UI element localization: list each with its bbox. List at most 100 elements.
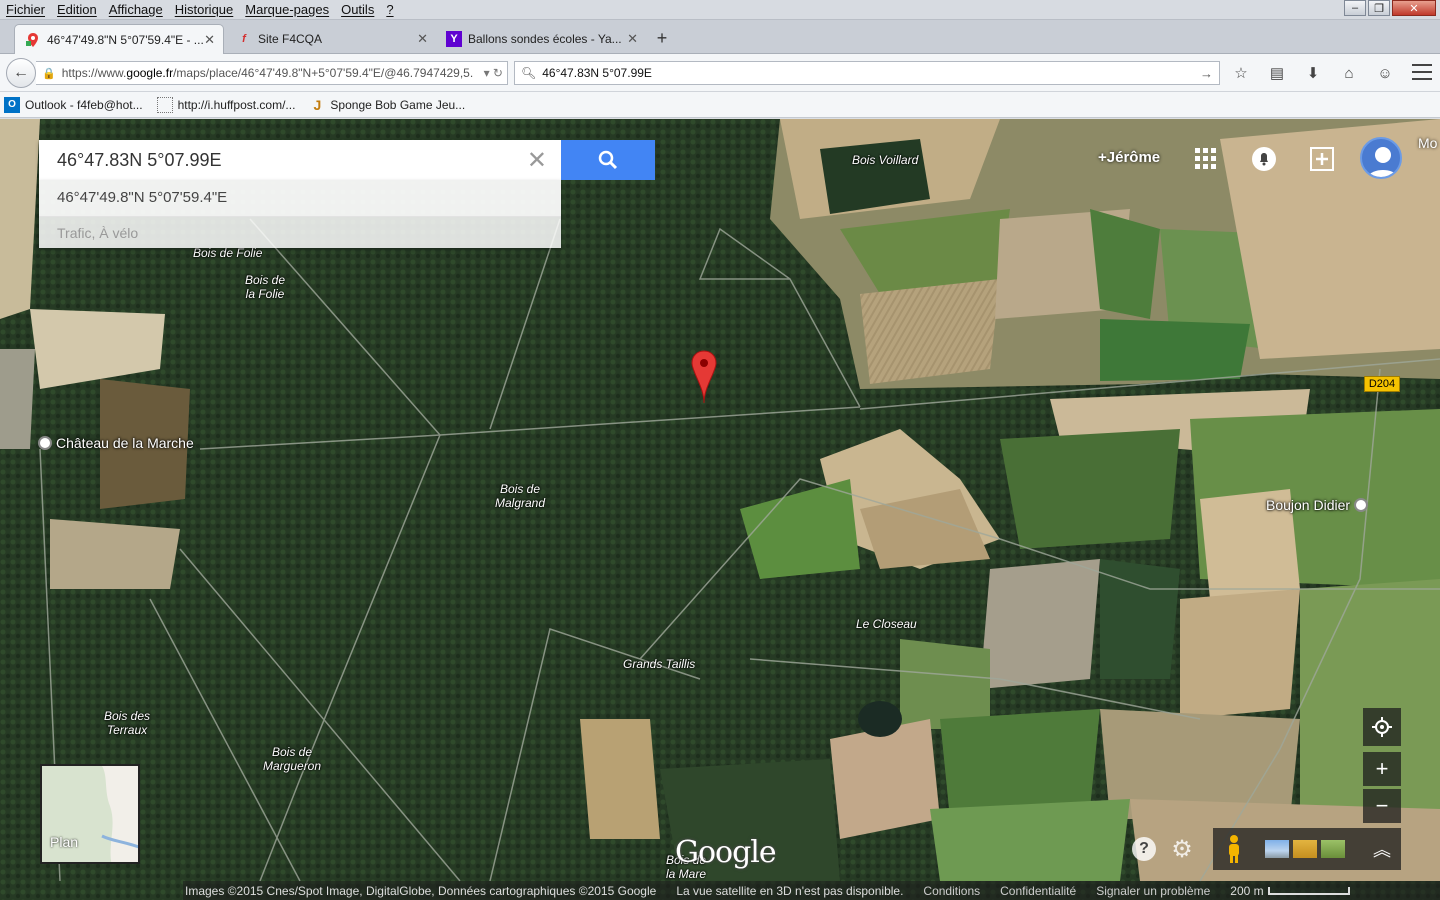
suggestion-coordinates[interactable]: 46°47'49.8"N 5°07'59.4"E — [39, 180, 561, 216]
place-grands-taillis[interactable]: Grands Taillis — [623, 657, 695, 671]
navigation-bar: ← 🔒 https://www. google.fr/maps/place/46°… — [0, 54, 1440, 92]
tab-label: 46°47'49.8"N 5°07'59.4"E - ... — [47, 32, 204, 47]
close-icon[interactable]: ✕ — [527, 146, 547, 175]
road-badge: D204 — [1364, 376, 1400, 392]
bookmark-sponge-bob[interactable]: J Sponge Bob Game Jeu... — [309, 96, 466, 113]
star-icon[interactable]: ☆ — [1228, 61, 1254, 85]
menu-aide[interactable]: ? — [380, 2, 399, 17]
zoom-in-button[interactable]: + — [1363, 752, 1401, 786]
expand-imagery-button[interactable]: ︽ — [1363, 828, 1401, 870]
my-location-button[interactable] — [1363, 708, 1401, 746]
url-bar[interactable]: 🔒 https://www. google.fr/maps/place/46°47… — [36, 61, 508, 85]
download-icon[interactable]: ⬇ — [1300, 61, 1326, 85]
landmark-icon — [38, 436, 52, 450]
conditions-link[interactable]: Conditions — [923, 884, 980, 898]
chat-icon[interactable]: ☺ — [1372, 61, 1398, 85]
place-line: Bois de — [245, 273, 286, 287]
bookmark-outlook[interactable]: O Outlook - f4feb@hot... — [4, 96, 143, 113]
map-type-toggle[interactable]: Plan — [40, 764, 140, 864]
menu-fichier[interactable]: Fichier — [0, 2, 51, 17]
place-bois-de-margueron[interactable]: Bois de Margueron — [263, 745, 321, 773]
reading-list-icon[interactable]: ▤ — [1264, 61, 1290, 85]
back-button[interactable]: ← — [6, 58, 36, 88]
notifications-bell-icon[interactable] — [1248, 143, 1280, 175]
avatar[interactable] — [1360, 137, 1402, 179]
maps-search-button[interactable] — [561, 140, 655, 180]
bookmark-huffpost[interactable]: http://i.huffpost.com/... — [156, 96, 296, 113]
poi-chateau[interactable]: Château de la Marche — [38, 435, 194, 451]
bookmark-label: Sponge Bob Game Jeu... — [330, 97, 466, 112]
tab-google-maps[interactable]: 46°47'49.8"N 5°07'59.4"E - ... ✕ — [14, 24, 224, 54]
tab-site-f4cqa[interactable]: f Site F4CQA ✕ — [226, 24, 436, 54]
account-link[interactable]: +Jérôme — [1098, 149, 1160, 166]
report-problem-link[interactable]: Signaler un problème — [1096, 884, 1210, 898]
free-icon: f — [242, 33, 246, 45]
tab-yahoo[interactable]: Y Ballons sondes écoles - Ya... ✕ — [436, 24, 646, 54]
maps-search-input[interactable]: 46°47.83N 5°07.99E ✕ — [39, 140, 561, 180]
suggestion-layers[interactable]: Trafic, À vélo — [39, 216, 561, 248]
minus-icon: − — [1375, 793, 1389, 818]
menu-edition[interactable]: Edition — [51, 2, 103, 17]
plus-icon: + — [1375, 756, 1389, 781]
crosshair-icon — [1372, 717, 1392, 737]
poi-boujon-didier[interactable]: Boujon Didier — [1266, 497, 1369, 513]
map-canvas[interactable]: Bois Voillard Bois de Folie Bois de la F… — [0, 119, 1440, 900]
window-controls: – ❐ ✕ — [1344, 0, 1436, 16]
minimize-button[interactable]: – — [1344, 0, 1366, 16]
url-path: /maps/place/46°47'49.8"N+5°07'59.4"E/@46… — [173, 66, 474, 80]
url-prefix: https://www. — [61, 66, 127, 80]
maps-search-value: 46°47.83N 5°07.99E — [57, 149, 222, 170]
close-window-button[interactable]: ✕ — [1392, 0, 1436, 16]
close-tab-icon[interactable]: ✕ — [417, 31, 428, 47]
apps-grid-icon[interactable] — [1190, 143, 1222, 175]
bookmarks-bar: O Outlook - f4feb@hot... http://i.huffpo… — [0, 92, 1440, 118]
bookmark-label: http://i.huffpost.com/... — [177, 97, 296, 112]
arrow-right-icon[interactable]: → — [1200, 66, 1213, 81]
place-line: Bois de — [500, 482, 541, 496]
street-view-pegman[interactable] — [1213, 828, 1255, 870]
close-tab-icon[interactable]: ✕ — [627, 31, 638, 47]
bookmark-label: Outlook - f4feb@hot... — [25, 97, 143, 112]
layer-photo-icon[interactable] — [1293, 840, 1317, 858]
privacy-link[interactable]: Confidentialité — [1000, 884, 1076, 898]
place-bois-de-malgrand[interactable]: Bois de Malgrand — [495, 482, 545, 510]
place-line: Bois des — [104, 709, 151, 723]
menu-historique[interactable]: Historique — [169, 2, 240, 17]
menu-outils[interactable]: Outils — [335, 2, 380, 17]
close-tab-icon[interactable]: ✕ — [204, 32, 215, 48]
hamburger-menu-icon[interactable] — [1412, 64, 1432, 80]
layer-earth-icon[interactable] — [1265, 840, 1289, 858]
browser-search-value: 46°47.83N 5°07.99E — [542, 66, 652, 80]
chevron-up-icon: ︽ — [1373, 840, 1391, 860]
place-bois-des-terraux[interactable]: Bois des Terraux — [104, 709, 150, 737]
place-bois-voillard[interactable]: Bois Voillard — [852, 153, 918, 167]
map-pin-icon[interactable] — [690, 349, 718, 407]
menu-affichage[interactable]: Affichage — [103, 2, 169, 17]
tab-label: Ballons sondes écoles - Ya... — [468, 32, 622, 46]
new-tab-button[interactable]: + — [650, 28, 674, 50]
zoom-out-button[interactable]: − — [1363, 789, 1401, 823]
jeu-icon: J — [313, 96, 322, 113]
home-icon[interactable]: ⌂ — [1336, 61, 1362, 85]
gear-icon[interactable]: ⚙ — [1170, 836, 1194, 863]
tab-label: Site F4CQA — [258, 32, 323, 46]
help-icon[interactable]: ? — [1132, 837, 1156, 861]
poi-label: Château de la Marche — [56, 435, 194, 451]
attribution-text: Images ©2015 Cnes/Spot Image, DigitalGlo… — [185, 883, 657, 898]
reload-icon[interactable]: ▾ ↻ — [479, 66, 503, 80]
browser-search-bar[interactable]: 🔍︎ 46°47.83N 5°07.99E → — [514, 61, 1220, 85]
store-icon — [1354, 498, 1369, 512]
scale-bar[interactable]: 200 m — [1230, 884, 1350, 898]
place-bois-de-folie[interactable]: Bois de Folie — [193, 246, 262, 260]
menu-bar: Fichier Edition Affichage Historique Mar… — [0, 0, 1440, 20]
menu-marque-pages[interactable]: Marque-pages — [239, 2, 335, 17]
page-icon — [156, 96, 173, 113]
place-bois-de-la-folie[interactable]: Bois de la Folie — [245, 273, 285, 301]
search-icon: 🔍︎ — [521, 66, 537, 80]
place-line: la Folie — [245, 287, 285, 301]
share-plus-icon[interactable] — [1306, 143, 1338, 175]
place-le-closeau[interactable]: Le Closeau — [856, 617, 917, 631]
layer-terrain-icon[interactable] — [1321, 840, 1345, 858]
google-logo: Google — [675, 835, 777, 870]
restore-button[interactable]: ❐ — [1368, 0, 1390, 16]
